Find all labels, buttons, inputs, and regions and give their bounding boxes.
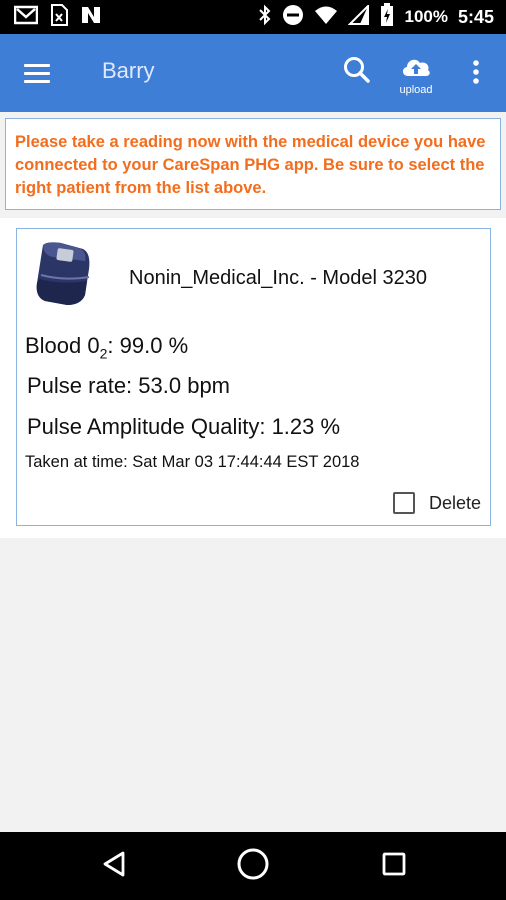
cloud-upload-icon bbox=[400, 59, 432, 84]
blood-o2-reading: Blood 02: 99.0 % bbox=[25, 333, 188, 361]
menu-button[interactable] bbox=[20, 56, 56, 90]
instruction-notice: Please take a reading now with the medic… bbox=[5, 118, 501, 210]
home-icon bbox=[236, 847, 270, 886]
status-left bbox=[13, 0, 102, 34]
reading-list: Nonin_Medical_Inc. - Model 3230 Blood 02… bbox=[0, 218, 506, 538]
delete-toggle[interactable]: Delete bbox=[393, 491, 481, 515]
recents-icon bbox=[381, 851, 407, 882]
battery-icon bbox=[380, 2, 394, 32]
gmail-icon bbox=[13, 5, 39, 30]
search-button[interactable] bbox=[340, 54, 376, 90]
pulse-amplitude-reading: Pulse Amplitude Quality: 1.23 % bbox=[27, 414, 341, 439]
navigation-bar bbox=[0, 832, 506, 900]
battery-percent: 100% bbox=[404, 7, 448, 26]
back-button[interactable] bbox=[94, 846, 134, 886]
news-icon bbox=[80, 5, 102, 30]
bluetooth-icon bbox=[258, 4, 272, 31]
reading-card: Nonin_Medical_Inc. - Model 3230 Blood 02… bbox=[16, 228, 491, 526]
upload-label: upload bbox=[399, 84, 433, 96]
delete-label[interactable]: Delete bbox=[429, 493, 481, 514]
home-button[interactable] bbox=[233, 846, 273, 886]
wifi-icon bbox=[314, 5, 338, 30]
status-bar: 100% 5:45 bbox=[0, 0, 506, 34]
sim-card-icon bbox=[50, 3, 68, 31]
app-bar: Barry upload bbox=[0, 34, 506, 112]
content-area: Please take a reading now with the medic… bbox=[0, 112, 506, 832]
do-not-disturb-icon bbox=[282, 4, 304, 31]
more-vert-icon bbox=[462, 60, 490, 94]
status-right: 100% 5:45 bbox=[258, 0, 494, 34]
search-icon bbox=[340, 57, 374, 92]
back-icon bbox=[101, 850, 127, 883]
device-name: Nonin_Medical_Inc. - Model 3230 bbox=[129, 267, 427, 289]
recents-button[interactable] bbox=[374, 846, 414, 886]
delete-checkbox[interactable] bbox=[393, 492, 415, 514]
taken-at-time: Taken at time: Sat Mar 03 17:44:44 EST 2… bbox=[25, 453, 360, 471]
more-options-button[interactable] bbox=[462, 54, 490, 90]
pulse-oximeter-image bbox=[31, 239, 95, 311]
pulse-rate-reading: Pulse rate: 53.0 bpm bbox=[27, 373, 231, 398]
blood-o2-label: Blood 0 bbox=[25, 333, 100, 358]
patient-title[interactable]: Barry bbox=[102, 58, 155, 84]
clock: 5:45 bbox=[457, 6, 494, 27]
blood-o2-value: : 99.0 % bbox=[107, 333, 189, 358]
cellular-icon bbox=[348, 3, 370, 30]
upload-button[interactable]: upload bbox=[392, 54, 440, 104]
instruction-text: Please take a reading now with the medic… bbox=[15, 133, 486, 197]
